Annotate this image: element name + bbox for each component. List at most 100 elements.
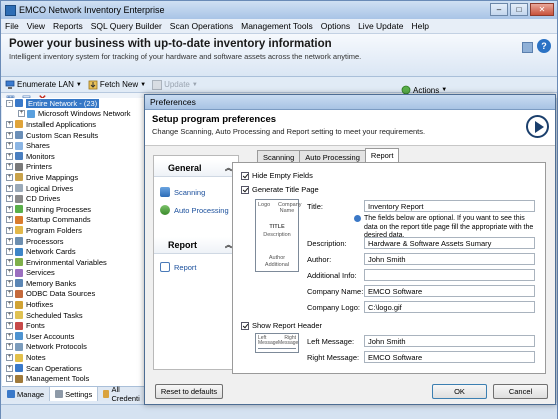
maximize-button[interactable]: □: [510, 3, 528, 16]
company-name-input[interactable]: [364, 285, 535, 297]
expand-icon[interactable]: +: [6, 163, 13, 171]
chevron-down-icon[interactable]: ▼: [76, 82, 82, 88]
expand-icon[interactable]: +: [6, 343, 13, 351]
tree-item[interactable]: + Management Tools: [2, 373, 144, 384]
show-report-header-checkbox[interactable]: Show Report Header: [241, 321, 322, 330]
menu-file[interactable]: File: [5, 21, 19, 31]
menu-options[interactable]: Options: [321, 21, 350, 31]
expand-icon[interactable]: +: [6, 290, 13, 298]
tree-item[interactable]: + Monitors: [2, 151, 144, 162]
hide-empty-fields-checkbox[interactable]: Hide Empty Fields: [241, 171, 313, 180]
tree-item[interactable]: + Program Folders: [2, 225, 144, 236]
menu-reports[interactable]: Reports: [53, 21, 83, 31]
expand-icon[interactable]: +: [6, 354, 13, 362]
fetch-new-button[interactable]: Fetch New ▼: [88, 80, 146, 90]
expand-icon[interactable]: +: [6, 248, 13, 256]
expand-icon[interactable]: +: [18, 110, 25, 118]
tree-item[interactable]: + Running Processes: [2, 204, 144, 215]
nav-item-scanning[interactable]: Scanning: [154, 183, 238, 201]
expand-icon[interactable]: +: [6, 173, 13, 181]
ribbon-toggle-icon[interactable]: [522, 42, 533, 53]
expand-icon[interactable]: +: [6, 258, 13, 266]
tree-item[interactable]: + Drive Mappings: [2, 172, 144, 183]
description-input[interactable]: [364, 237, 535, 249]
expand-icon[interactable]: +: [6, 226, 13, 234]
expand-icon[interactable]: +: [6, 269, 13, 277]
right-message-input[interactable]: [364, 351, 535, 363]
title-input[interactable]: [364, 200, 535, 212]
tree-item[interactable]: + Startup Commands: [2, 215, 144, 226]
tree-item[interactable]: + Network Protocols: [2, 342, 144, 353]
expand-icon[interactable]: +: [6, 322, 13, 330]
tree-item[interactable]: + Printers: [2, 162, 144, 173]
expand-icon[interactable]: +: [6, 152, 13, 160]
menu-sql-query-builder[interactable]: SQL Query Builder: [91, 21, 162, 31]
tree-item[interactable]: - Entire Network - (23): [2, 98, 144, 109]
tab-report[interactable]: Report: [364, 148, 400, 162]
tree-item[interactable]: + Shares: [2, 140, 144, 151]
tree-item[interactable]: + Processors: [2, 236, 144, 247]
cancel-button[interactable]: Cancel: [493, 384, 548, 399]
enumerate-lan-button[interactable]: Enumerate LAN ▼: [5, 80, 82, 90]
close-button[interactable]: ✕: [530, 3, 554, 16]
tree-item[interactable]: + Fonts: [2, 320, 144, 331]
expand-icon[interactable]: +: [6, 375, 13, 383]
checkbox[interactable]: [241, 185, 249, 194]
tree-item[interactable]: + Logical Drives: [2, 183, 144, 194]
collapse-icon[interactable]: ︽: [225, 163, 232, 173]
company-logo-input[interactable]: [364, 301, 535, 313]
menu-scan-operations[interactable]: Scan Operations: [170, 21, 233, 31]
tab-settings[interactable]: Settings: [50, 387, 99, 401]
tree-item[interactable]: + Scheduled Tasks: [2, 310, 144, 321]
ok-button[interactable]: OK: [432, 384, 487, 399]
checkbox[interactable]: [241, 321, 249, 330]
tree-item[interactable]: + Hotfixes: [2, 299, 144, 310]
tree-item[interactable]: + Custom Scan Results: [2, 130, 144, 141]
expand-icon[interactable]: +: [6, 195, 13, 203]
tab-manage[interactable]: Manage: [2, 387, 51, 401]
expand-icon[interactable]: +: [6, 301, 13, 309]
expand-icon[interactable]: +: [6, 237, 13, 245]
expand-icon[interactable]: +: [6, 184, 13, 192]
tree-item[interactable]: + Scan Operations: [2, 363, 144, 374]
help-icon[interactable]: ?: [537, 39, 551, 53]
expand-icon[interactable]: +: [6, 120, 13, 128]
menu-management-tools[interactable]: Management Tools: [241, 21, 313, 31]
tree-item[interactable]: + ODBC Data Sources: [2, 289, 144, 300]
minimize-button[interactable]: –: [490, 3, 508, 16]
tab-scanning[interactable]: Scanning: [257, 150, 301, 162]
tree-item[interactable]: + CD Drives: [2, 193, 144, 204]
collapse-icon[interactable]: ︽: [225, 240, 232, 250]
checkbox[interactable]: [241, 171, 249, 180]
tab-auto-processing[interactable]: Auto Processing: [299, 150, 366, 162]
tab-all-credentials[interactable]: All Credenti: [98, 385, 148, 403]
tree-item[interactable]: + Installed Applications: [2, 119, 144, 130]
nav-report-header[interactable]: Report ︽: [154, 237, 238, 254]
tree-item[interactable]: + Environmental Variables: [2, 257, 144, 268]
expand-icon[interactable]: +: [6, 216, 13, 224]
next-arrow-icon[interactable]: [526, 115, 549, 138]
reset-to-defaults-button[interactable]: Reset to defaults: [155, 384, 223, 399]
generate-title-page-checkbox[interactable]: Generate Title Page: [241, 185, 319, 194]
chevron-down-icon[interactable]: ▼: [192, 82, 198, 88]
menu-live-update[interactable]: Live Update: [358, 21, 403, 31]
expand-icon[interactable]: +: [6, 205, 13, 213]
tree-item[interactable]: + User Accounts: [2, 331, 144, 342]
tree-item[interactable]: + Memory Banks: [2, 278, 144, 289]
tree-item[interactable]: + Notes: [2, 352, 144, 363]
collapse-icon[interactable]: -: [6, 99, 13, 107]
expand-icon[interactable]: +: [6, 311, 13, 319]
expand-icon[interactable]: +: [6, 142, 13, 150]
menu-help[interactable]: Help: [411, 21, 428, 31]
nav-general-header[interactable]: General ︽: [154, 160, 238, 177]
additional-info-input[interactable]: [364, 269, 535, 281]
nav-item-report[interactable]: Report: [154, 258, 238, 276]
expand-icon[interactable]: +: [6, 364, 13, 372]
tree-item[interactable]: + Microsoft Windows Network: [2, 109, 144, 120]
left-message-input[interactable]: [364, 335, 535, 347]
tree-item[interactable]: + Network Cards: [2, 246, 144, 257]
menu-view[interactable]: View: [27, 21, 45, 31]
expand-icon[interactable]: +: [6, 131, 13, 139]
update-button[interactable]: Update ▼: [152, 79, 198, 90]
expand-icon[interactable]: +: [6, 332, 13, 340]
